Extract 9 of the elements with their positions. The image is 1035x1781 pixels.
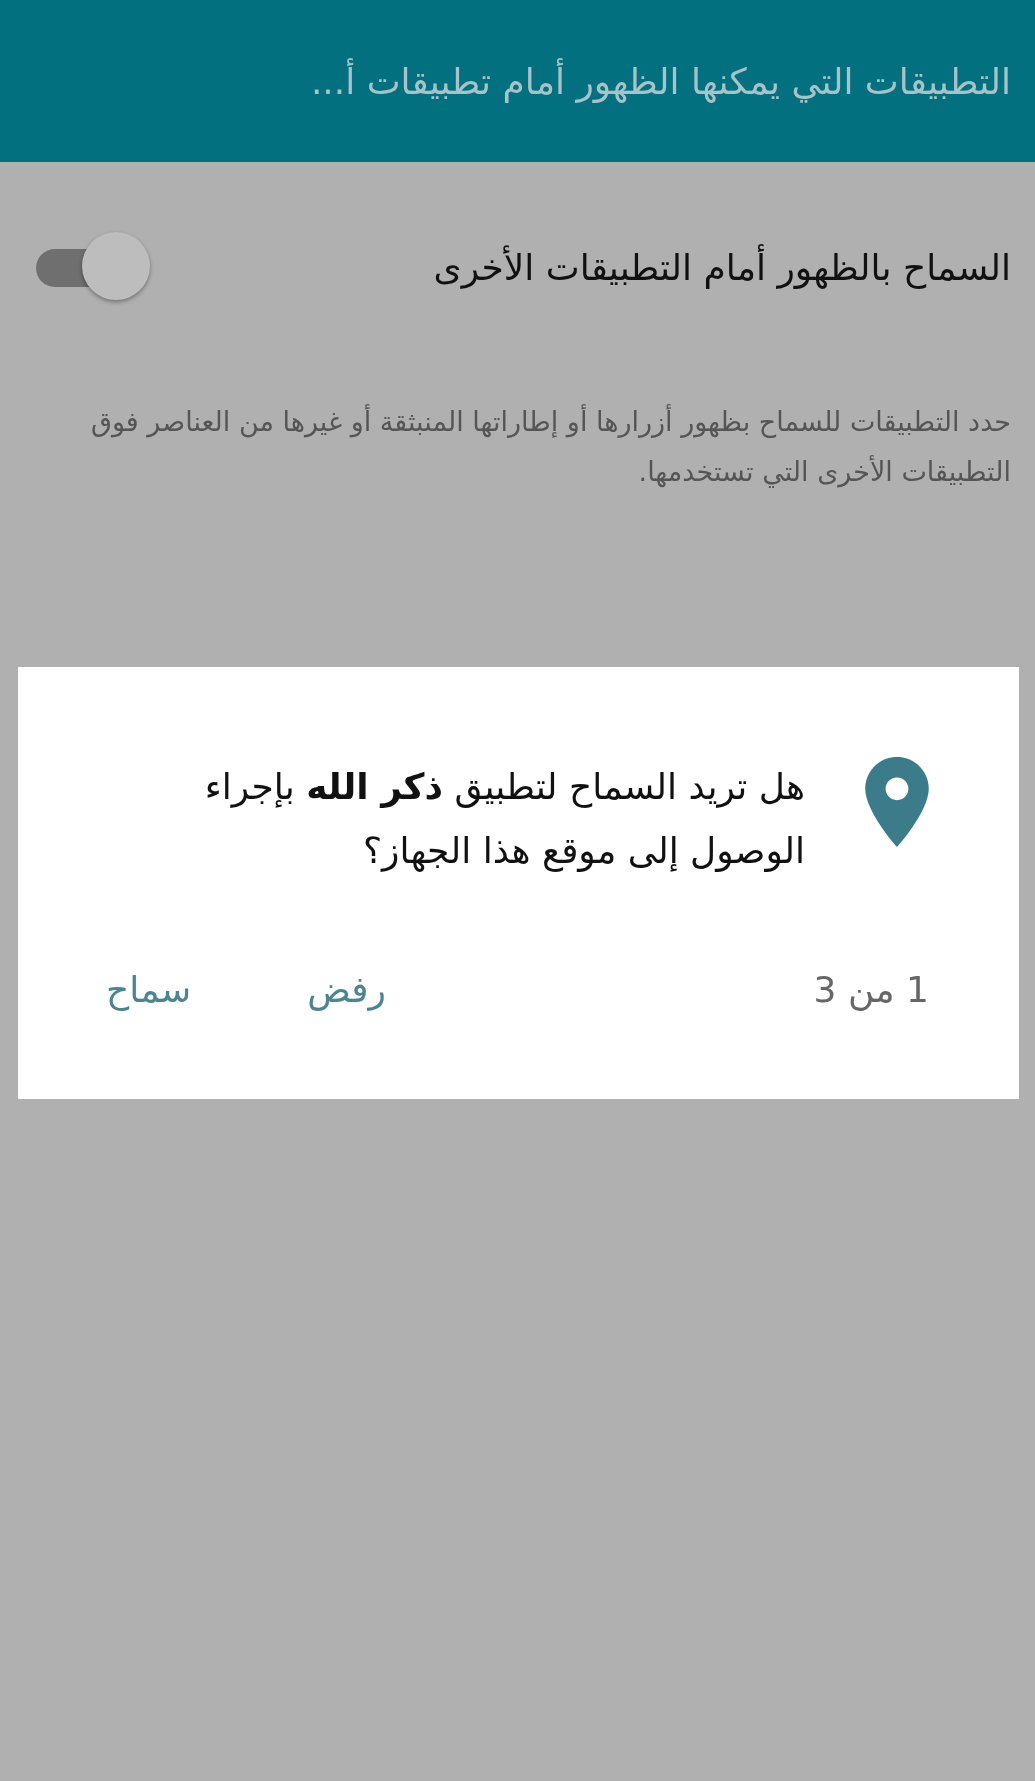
description-text: حدد التطبيقات للسماح بظهور أزرارها أو إطاراتها المنبثقة أو غيرها من العناصر فوق التطبيقات الأخرى التي تستخدمها.	[89, 403, 1011, 490]
dialog-button[interactable]: سماح	[98, 963, 200, 1016]
screen-title: التطبيقات التي يمكنها الظهور أمام تطبيقات أ...	[310, 60, 1011, 102]
dialog-button[interactable]: رفض	[299, 963, 394, 1016]
location-pin-icon	[865, 757, 929, 847]
dialog-message: هل تريد السماح لتطبيق ذكر الله بإجراء الوصول إلى موقع هذا الجهاز؟	[203, 765, 805, 874]
toggle-switch[interactable]	[34, 232, 150, 302]
setting-label: السماح بالظهور أمام التطبيقات الأخرى	[433, 246, 1011, 288]
page-counter: 1 من 3	[813, 969, 929, 1010]
